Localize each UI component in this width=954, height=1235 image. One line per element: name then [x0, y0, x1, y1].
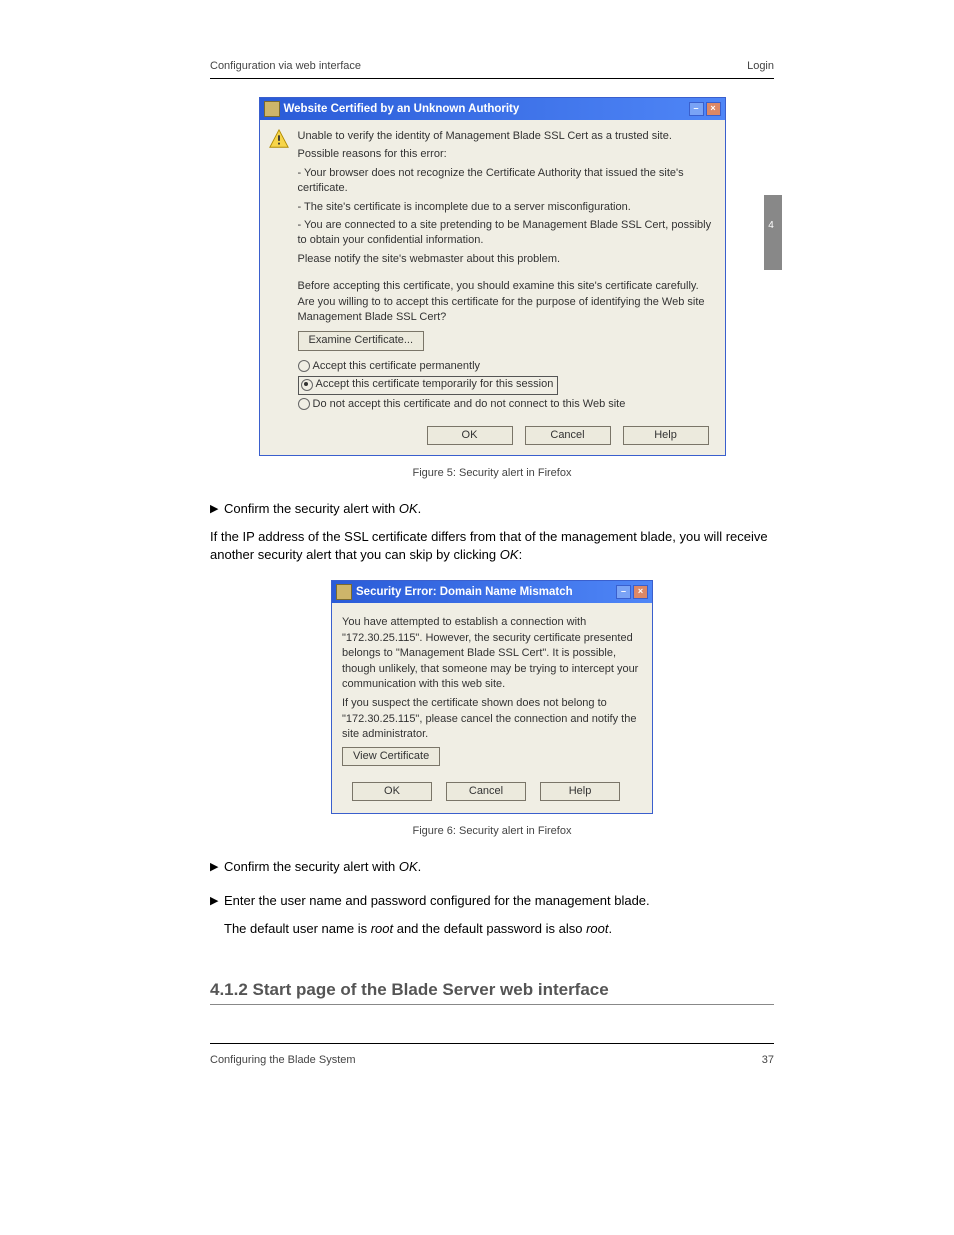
cancel-button[interactable]: Cancel: [446, 782, 526, 801]
dialog1-line2: Possible reasons for this error:: [298, 147, 715, 162]
section-tab: [764, 195, 782, 270]
instruction-step: ▶ Confirm the security alert with OK.: [210, 858, 774, 876]
cancel-button[interactable]: Cancel: [525, 426, 611, 445]
minimize-icon[interactable]: –: [689, 102, 704, 116]
view-certificate-button[interactable]: View Certificate: [342, 747, 440, 766]
help-button[interactable]: Help: [623, 426, 709, 445]
step-arrow-icon: ▶: [210, 892, 224, 938]
step-arrow-icon: ▶: [210, 858, 224, 876]
doc-title: Configuration via web interface: [210, 60, 361, 72]
dialog1-titlebar[interactable]: Website Certified by an Unknown Authorit…: [260, 98, 725, 120]
section-heading: Login: [747, 60, 774, 72]
radio-label: Accept this certificate temporarily for …: [316, 377, 554, 392]
header-rule: [210, 78, 774, 79]
dialog2-p1: You have attempted to establish a connec…: [342, 615, 642, 692]
examine-certificate-button[interactable]: Examine Certificate...: [298, 331, 425, 350]
app-icon: [264, 101, 280, 117]
step-arrow-icon: ▶: [210, 500, 224, 518]
dialog2-p2: If you suspect the certificate shown doe…: [342, 696, 642, 742]
step-text: Confirm the security alert with: [224, 501, 399, 516]
dialog2-title: Security Error: Domain Name Mismatch: [356, 584, 616, 600]
close-icon[interactable]: ×: [706, 102, 721, 116]
ok-button[interactable]: OK: [427, 426, 513, 445]
radio-do-not-accept[interactable]: Do not accept this certificate and do no…: [298, 397, 715, 412]
security-alert-dialog-2: Security Error: Domain Name Mismatch – ×…: [331, 580, 653, 814]
footer-left: Configuring the Blade System: [210, 1054, 356, 1066]
section-tab-number: 4: [765, 220, 777, 231]
emph-ok: OK: [399, 501, 418, 516]
dialog1-bullet1: - Your browser does not recognize the Ce…: [298, 166, 715, 197]
figure2-caption: Figure 6: Security alert in Firefox: [210, 824, 774, 839]
ok-button[interactable]: OK: [352, 782, 432, 801]
instruction-step: ▶ Confirm the security alert with OK.: [210, 500, 774, 518]
close-icon[interactable]: ×: [633, 585, 648, 599]
section-heading-4-1-2: 4.1.2 Start page of the Blade Server web…: [210, 978, 774, 1005]
radio-label: Accept this certificate permanently: [313, 359, 481, 374]
help-button[interactable]: Help: [540, 782, 620, 801]
instruction-step: ▶ Enter the user name and password confi…: [210, 892, 774, 938]
dialog2-titlebar[interactable]: Security Error: Domain Name Mismatch – ×: [332, 581, 652, 603]
warning-icon: [268, 128, 290, 150]
dialog1-bullet2: - The site's certificate is incomplete d…: [298, 200, 715, 215]
page-number: 37: [762, 1054, 774, 1066]
dialog1-bullet3: - You are connected to a site pretending…: [298, 218, 715, 249]
dialog1-title: Website Certified by an Unknown Authorit…: [284, 101, 689, 117]
dialog1-line3: Please notify the site's webmaster about…: [298, 252, 715, 267]
security-alert-dialog-1: Website Certified by an Unknown Authorit…: [259, 97, 726, 456]
step-text: Enter the user name and password configu…: [224, 893, 650, 908]
radio-accept-permanently[interactable]: Accept this certificate permanently: [298, 359, 715, 374]
radio-icon: [298, 360, 310, 372]
dialog1-line1: Unable to verify the identity of Managem…: [298, 129, 715, 144]
paragraph: If the IP address of the SSL certificate…: [210, 528, 774, 564]
footer-rule: [210, 1043, 774, 1044]
radio-icon: [301, 379, 313, 391]
radio-accept-session[interactable]: Accept this certificate temporarily for …: [298, 376, 715, 394]
app-icon: [336, 584, 352, 600]
radio-icon: [298, 398, 310, 410]
minimize-icon[interactable]: –: [616, 585, 631, 599]
radio-label: Do not accept this certificate and do no…: [313, 397, 626, 412]
figure1-caption: Figure 5: Security alert in Firefox: [210, 466, 774, 481]
dialog1-line4: Before accepting this certificate, you s…: [298, 279, 715, 325]
